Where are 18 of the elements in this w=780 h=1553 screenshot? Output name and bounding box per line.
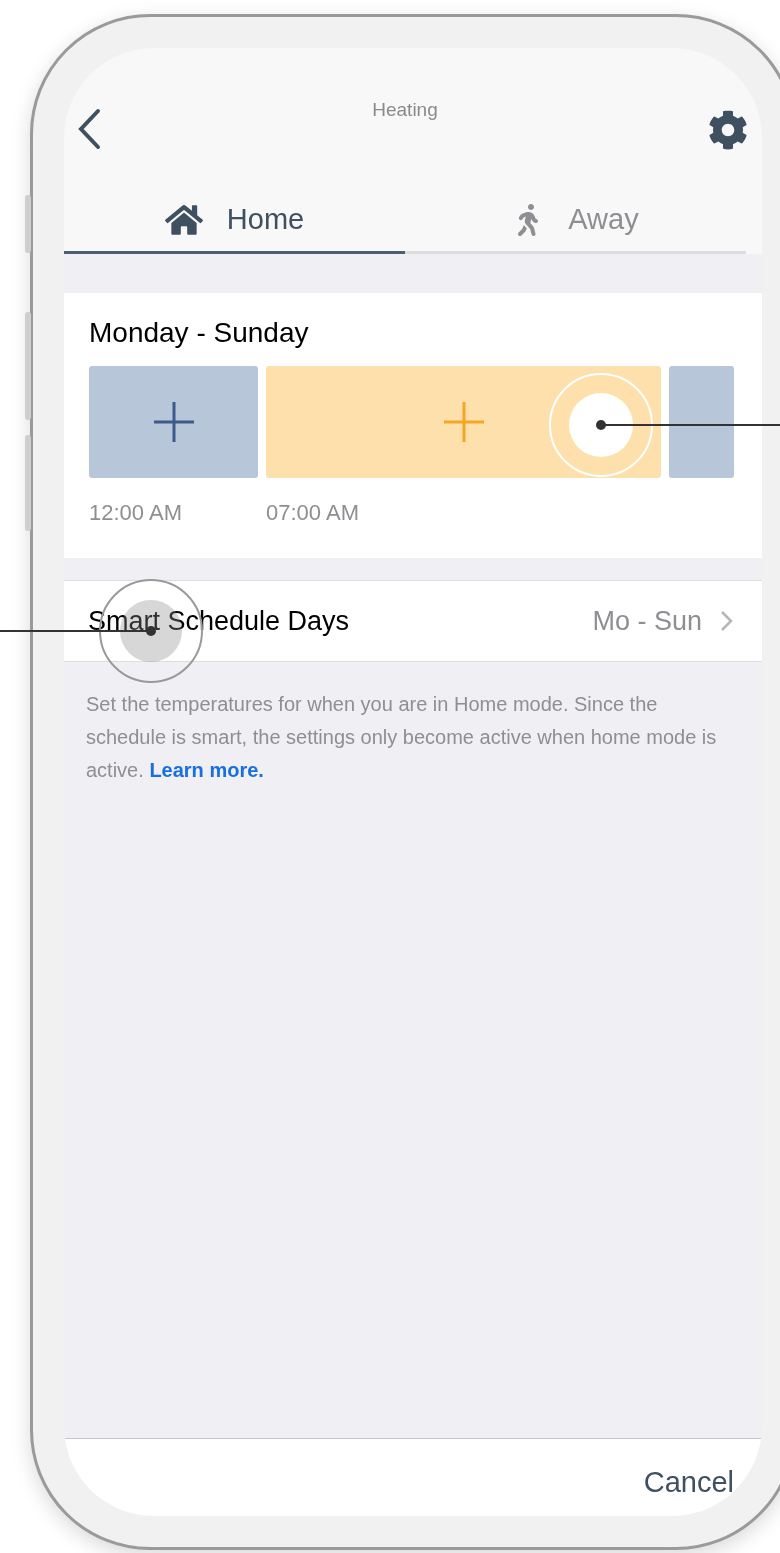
chevron-right-icon bbox=[720, 610, 734, 632]
settings-button[interactable] bbox=[708, 110, 748, 150]
cancel-button[interactable]: Cancel bbox=[643, 1461, 734, 1505]
back-button[interactable] bbox=[76, 108, 102, 150]
back-icon bbox=[76, 108, 102, 150]
screen-title: Heating bbox=[372, 98, 438, 122]
row-value: Mo - Sun bbox=[592, 604, 702, 638]
schedule-block[interactable] bbox=[669, 366, 734, 478]
schedule-days-row[interactable]: Smart Schedule Days Mo - Sun bbox=[64, 580, 762, 662]
schedule-block[interactable] bbox=[266, 366, 661, 478]
schedule-title: Monday - Sunday bbox=[89, 316, 310, 350]
description-text: Set the temperatures for when you are in Home mode. Since the schedule is smart, the settings only become active when home mode is active. Learn more. bbox=[85, 692, 718, 783]
leader-dot bbox=[596, 420, 606, 430]
learn-more-link[interactable]: Learn more. bbox=[149, 759, 264, 781]
schedule-block[interactable] bbox=[89, 366, 258, 478]
time-label: 07:00 AM bbox=[266, 499, 360, 527]
mode-tab[interactable]: Home bbox=[64, 188, 405, 254]
time-label: 12:00 AM bbox=[89, 499, 183, 527]
